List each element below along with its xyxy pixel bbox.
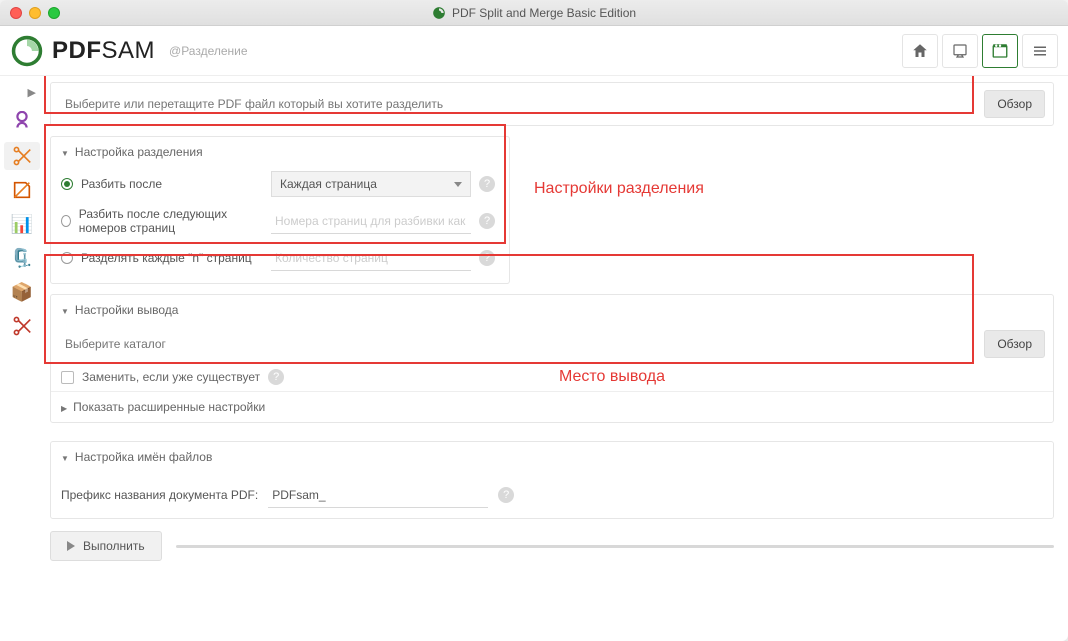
advanced-settings-toggle[interactable]: Показать расширенные настройки bbox=[51, 391, 1053, 422]
main-content: Обзор Настройка разделения Разбить после… bbox=[44, 76, 1068, 641]
window-close-button[interactable] bbox=[10, 7, 22, 19]
app-window: PDF Split and Merge Basic Edition PDFSAM… bbox=[0, 0, 1068, 641]
split-after-label: Разбить после bbox=[81, 177, 162, 191]
split-every-n-label: Разделять каждые "n" страниц bbox=[81, 251, 252, 265]
sidebar-item-rotate[interactable]: 📦 bbox=[4, 278, 40, 306]
browse-file-button[interactable]: Обзор bbox=[984, 90, 1045, 118]
split-settings-header[interactable]: Настройка разделения bbox=[51, 137, 509, 167]
split-after-radio[interactable]: Разбить после bbox=[61, 177, 271, 191]
run-row: Выполнить bbox=[50, 531, 1054, 561]
rotate-icon: 📦 bbox=[11, 283, 33, 301]
sidebar-collapse-button[interactable]: ▶ bbox=[8, 82, 36, 102]
app-icon bbox=[432, 6, 446, 20]
prefix-label: Префикс названия документа PDF: bbox=[61, 488, 258, 502]
output-settings-header[interactable]: Настройки вывода bbox=[51, 295, 1053, 325]
browse-dir-button[interactable]: Обзор bbox=[984, 330, 1045, 358]
home-button[interactable] bbox=[902, 34, 938, 68]
sidebar-item-extract[interactable]: 🗜️ bbox=[4, 244, 40, 272]
run-button[interactable]: Выполнить bbox=[50, 531, 162, 561]
output-settings-panel: Настройки вывода Обзор Заменить, если уж… bbox=[50, 294, 1054, 423]
help-icon[interactable]: ? bbox=[268, 369, 284, 385]
sidebar-item-split-bookmark[interactable] bbox=[4, 176, 40, 204]
source-file-input[interactable] bbox=[59, 89, 984, 119]
extract-icon: 🗜️ bbox=[11, 249, 33, 267]
filename-settings-header[interactable]: Настройка имён файлов bbox=[51, 442, 1053, 472]
window-title: PDF Split and Merge Basic Edition bbox=[452, 6, 636, 20]
split-pages-input[interactable] bbox=[271, 208, 471, 234]
window-minimize-button[interactable] bbox=[29, 7, 41, 19]
sidebar-item-mix[interactable] bbox=[4, 312, 40, 340]
annotation-label-split: Настройки разделения bbox=[534, 180, 704, 198]
split-pages-label: Разбить после следующих номеров страниц bbox=[79, 207, 271, 235]
split-size-icon: 📊 bbox=[11, 215, 33, 233]
titlebar: PDF Split and Merge Basic Edition bbox=[0, 0, 1068, 26]
sidebar-item-split-size[interactable]: 📊 bbox=[4, 210, 40, 238]
sidebar-item-merge[interactable] bbox=[4, 108, 40, 136]
output-dir-input[interactable] bbox=[59, 329, 984, 359]
file-select-panel: Обзор bbox=[50, 82, 1054, 126]
sidebar: ▶ 📊 🗜️ 📦 bbox=[0, 76, 44, 641]
logo-icon bbox=[10, 34, 44, 68]
help-icon[interactable]: ? bbox=[479, 250, 495, 266]
split-every-n-radio[interactable]: Разделять каждые "n" страниц bbox=[61, 251, 271, 265]
menu-button[interactable] bbox=[1022, 34, 1058, 68]
window-zoom-button[interactable] bbox=[48, 7, 60, 19]
notifications-button[interactable] bbox=[942, 34, 978, 68]
help-icon[interactable]: ? bbox=[498, 487, 514, 503]
split-n-input[interactable] bbox=[271, 245, 471, 271]
sidebar-item-split[interactable] bbox=[4, 142, 40, 170]
progress-bar bbox=[176, 545, 1054, 548]
logo: PDFSAM @Разделение bbox=[10, 34, 248, 68]
news-button[interactable] bbox=[982, 34, 1018, 68]
help-icon[interactable]: ? bbox=[479, 176, 495, 192]
prefix-input[interactable] bbox=[268, 482, 488, 508]
topbar: PDFSAM @Разделение bbox=[0, 26, 1068, 76]
filename-settings-panel: Настройка имён файлов Префикс названия д… bbox=[50, 441, 1054, 519]
breadcrumb: @Разделение bbox=[169, 44, 248, 58]
overwrite-label: Заменить, если уже существует bbox=[82, 370, 260, 384]
split-settings-panel: Настройка разделения Разбить после Кажда… bbox=[50, 136, 510, 284]
split-pages-radio[interactable]: Разбить после следующих номеров страниц bbox=[61, 207, 271, 235]
split-after-select[interactable]: Каждая страница bbox=[271, 171, 471, 197]
overwrite-checkbox[interactable] bbox=[61, 371, 74, 384]
help-icon[interactable]: ? bbox=[479, 213, 495, 229]
